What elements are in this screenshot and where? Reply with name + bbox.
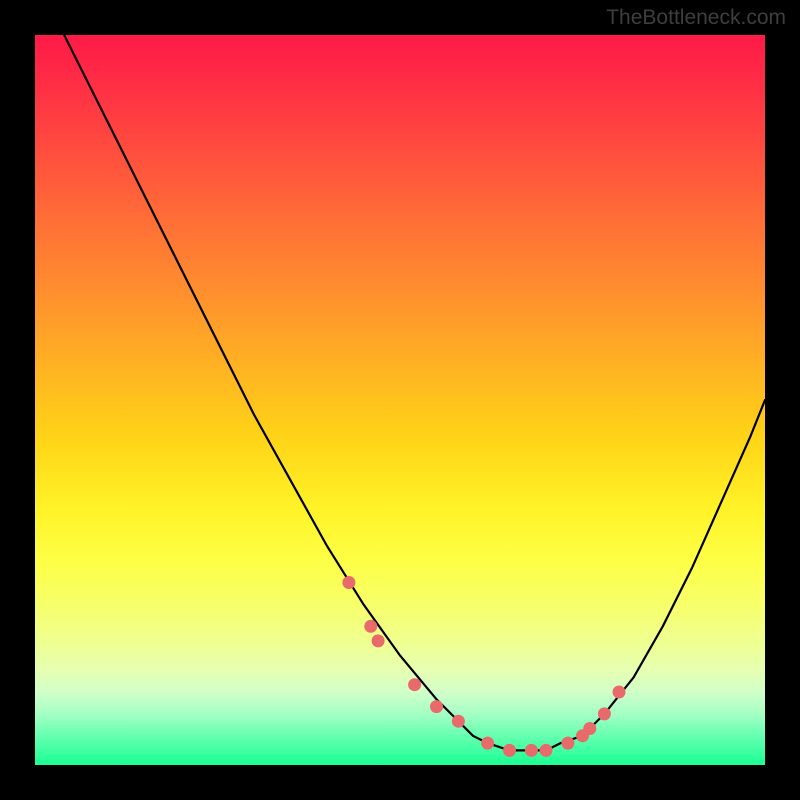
highlight-dot xyxy=(452,715,465,728)
chart-plot-area xyxy=(35,35,765,765)
highlight-dots-group xyxy=(342,576,625,757)
highlight-dot xyxy=(430,700,443,713)
highlight-dot xyxy=(540,744,553,757)
highlight-dot xyxy=(503,744,516,757)
chart-svg-layer xyxy=(35,35,765,765)
bottleneck-curve-line xyxy=(35,35,765,750)
highlight-dot xyxy=(598,707,611,720)
highlight-dot xyxy=(583,722,596,735)
highlight-dot xyxy=(561,737,574,750)
highlight-dot xyxy=(342,576,355,589)
highlight-dot xyxy=(613,686,626,699)
highlight-dot xyxy=(525,744,538,757)
highlight-dot xyxy=(408,678,421,691)
highlight-dot xyxy=(364,620,377,633)
watermark-text: TheBottleneck.com xyxy=(606,6,786,30)
highlight-dot xyxy=(481,737,494,750)
highlight-dot xyxy=(372,634,385,647)
